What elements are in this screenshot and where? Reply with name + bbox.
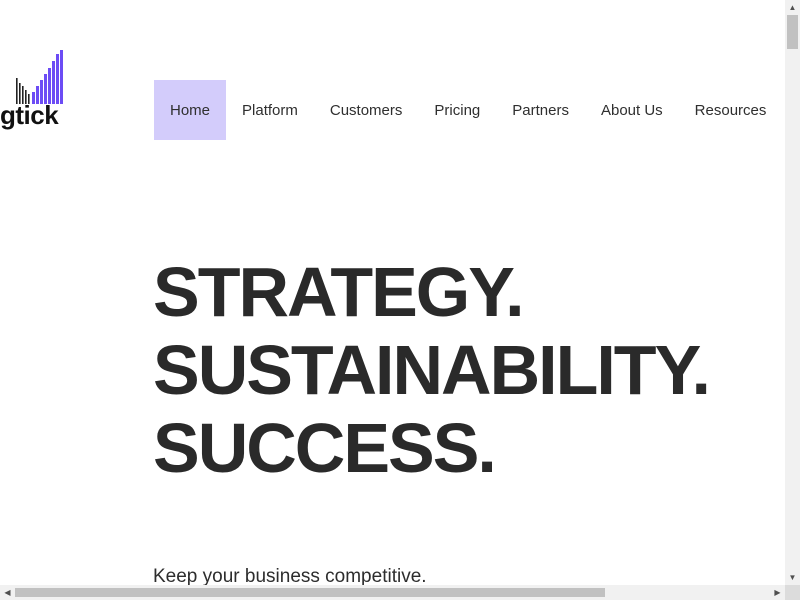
hero-line-sustainability: SUSTAINABILITY. — [153, 331, 711, 409]
hero-tagline: Keep your business competitive. — [153, 566, 427, 585]
page-viewport: gtick Home Platform Customers Pricing Pa… — [0, 0, 785, 585]
hero-line-success: SUCCESS. — [153, 409, 497, 487]
main-nav: Home Platform Customers Pricing Partners… — [154, 80, 782, 140]
triangle-left-icon[interactable]: ◀ — [0, 585, 15, 600]
nav-item-home[interactable]: Home — [154, 80, 227, 140]
nav-item-customers[interactable]: Customers — [314, 80, 419, 140]
nav-item-about-us[interactable]: About Us — [585, 80, 679, 140]
logo-text: gtick — [0, 100, 59, 130]
triangle-right-icon[interactable]: ▶ — [770, 585, 785, 600]
nav-item-pricing[interactable]: Pricing — [418, 80, 496, 140]
scrollbar-corner — [785, 585, 800, 600]
hero-line-strategy: STRATEGY. — [153, 253, 525, 331]
logo-bars-icon — [16, 50, 63, 104]
horizontal-scrollbar[interactable]: ◀ ▶ — [0, 585, 785, 600]
logo[interactable]: gtick — [0, 50, 80, 135]
nav-item-partners[interactable]: Partners — [496, 80, 585, 140]
triangle-down-icon[interactable]: ▼ — [785, 570, 800, 585]
vertical-scroll-thumb[interactable] — [787, 15, 798, 49]
nav-item-platform[interactable]: Platform — [226, 80, 314, 140]
horizontal-scroll-thumb[interactable] — [15, 588, 605, 597]
vertical-scrollbar[interactable]: ▲ ▼ — [785, 0, 800, 585]
nav-item-resources[interactable]: Resources — [679, 80, 783, 140]
hero-headline: STRATEGY. SUSTAINABILITY. SUCCESS. — [153, 253, 711, 487]
triangle-up-icon[interactable]: ▲ — [785, 0, 800, 15]
